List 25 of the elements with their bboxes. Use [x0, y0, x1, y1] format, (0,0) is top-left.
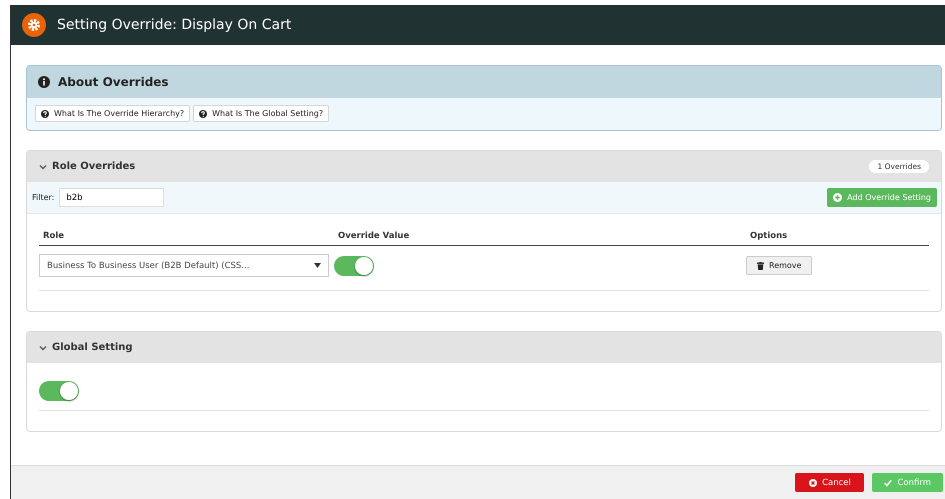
column-header: Role [43, 231, 66, 241]
question-icon [199, 110, 208, 118]
column-header: Options [750, 231, 788, 241]
info-icon [38, 76, 50, 88]
gear-icon [22, 13, 46, 37]
role-dropdown[interactable]: Business To Business User (B2B Default) (CSS... [39, 254, 329, 277]
filter-label: Filter: [32, 193, 54, 202]
help-button[interactable]: What Is The Override Hierarchy? [35, 105, 190, 122]
check-icon [884, 478, 892, 486]
question-icon [41, 110, 49, 118]
plus-circle-icon [833, 193, 842, 202]
help-button[interactable]: What Is The Global Setting? [193, 105, 330, 122]
panel-title: About Overrides [58, 75, 169, 89]
toggle-switch[interactable] [39, 381, 79, 401]
remove-button[interactable]: Remove [746, 256, 812, 275]
caret-icon [314, 263, 321, 268]
panel-title: Role Overrides [52, 161, 136, 172]
panel-title: Global Setting [52, 342, 133, 353]
toggle-switch[interactable] [334, 256, 374, 276]
filter-field[interactable]: b2b [59, 188, 164, 207]
cancel-button[interactable]: Cancel [795, 473, 864, 492]
close-icon [809, 478, 818, 486]
trash-icon [757, 262, 764, 270]
window-title: Setting Override: Display On Cart [57, 17, 292, 33]
column-header: Override Value [338, 231, 410, 241]
